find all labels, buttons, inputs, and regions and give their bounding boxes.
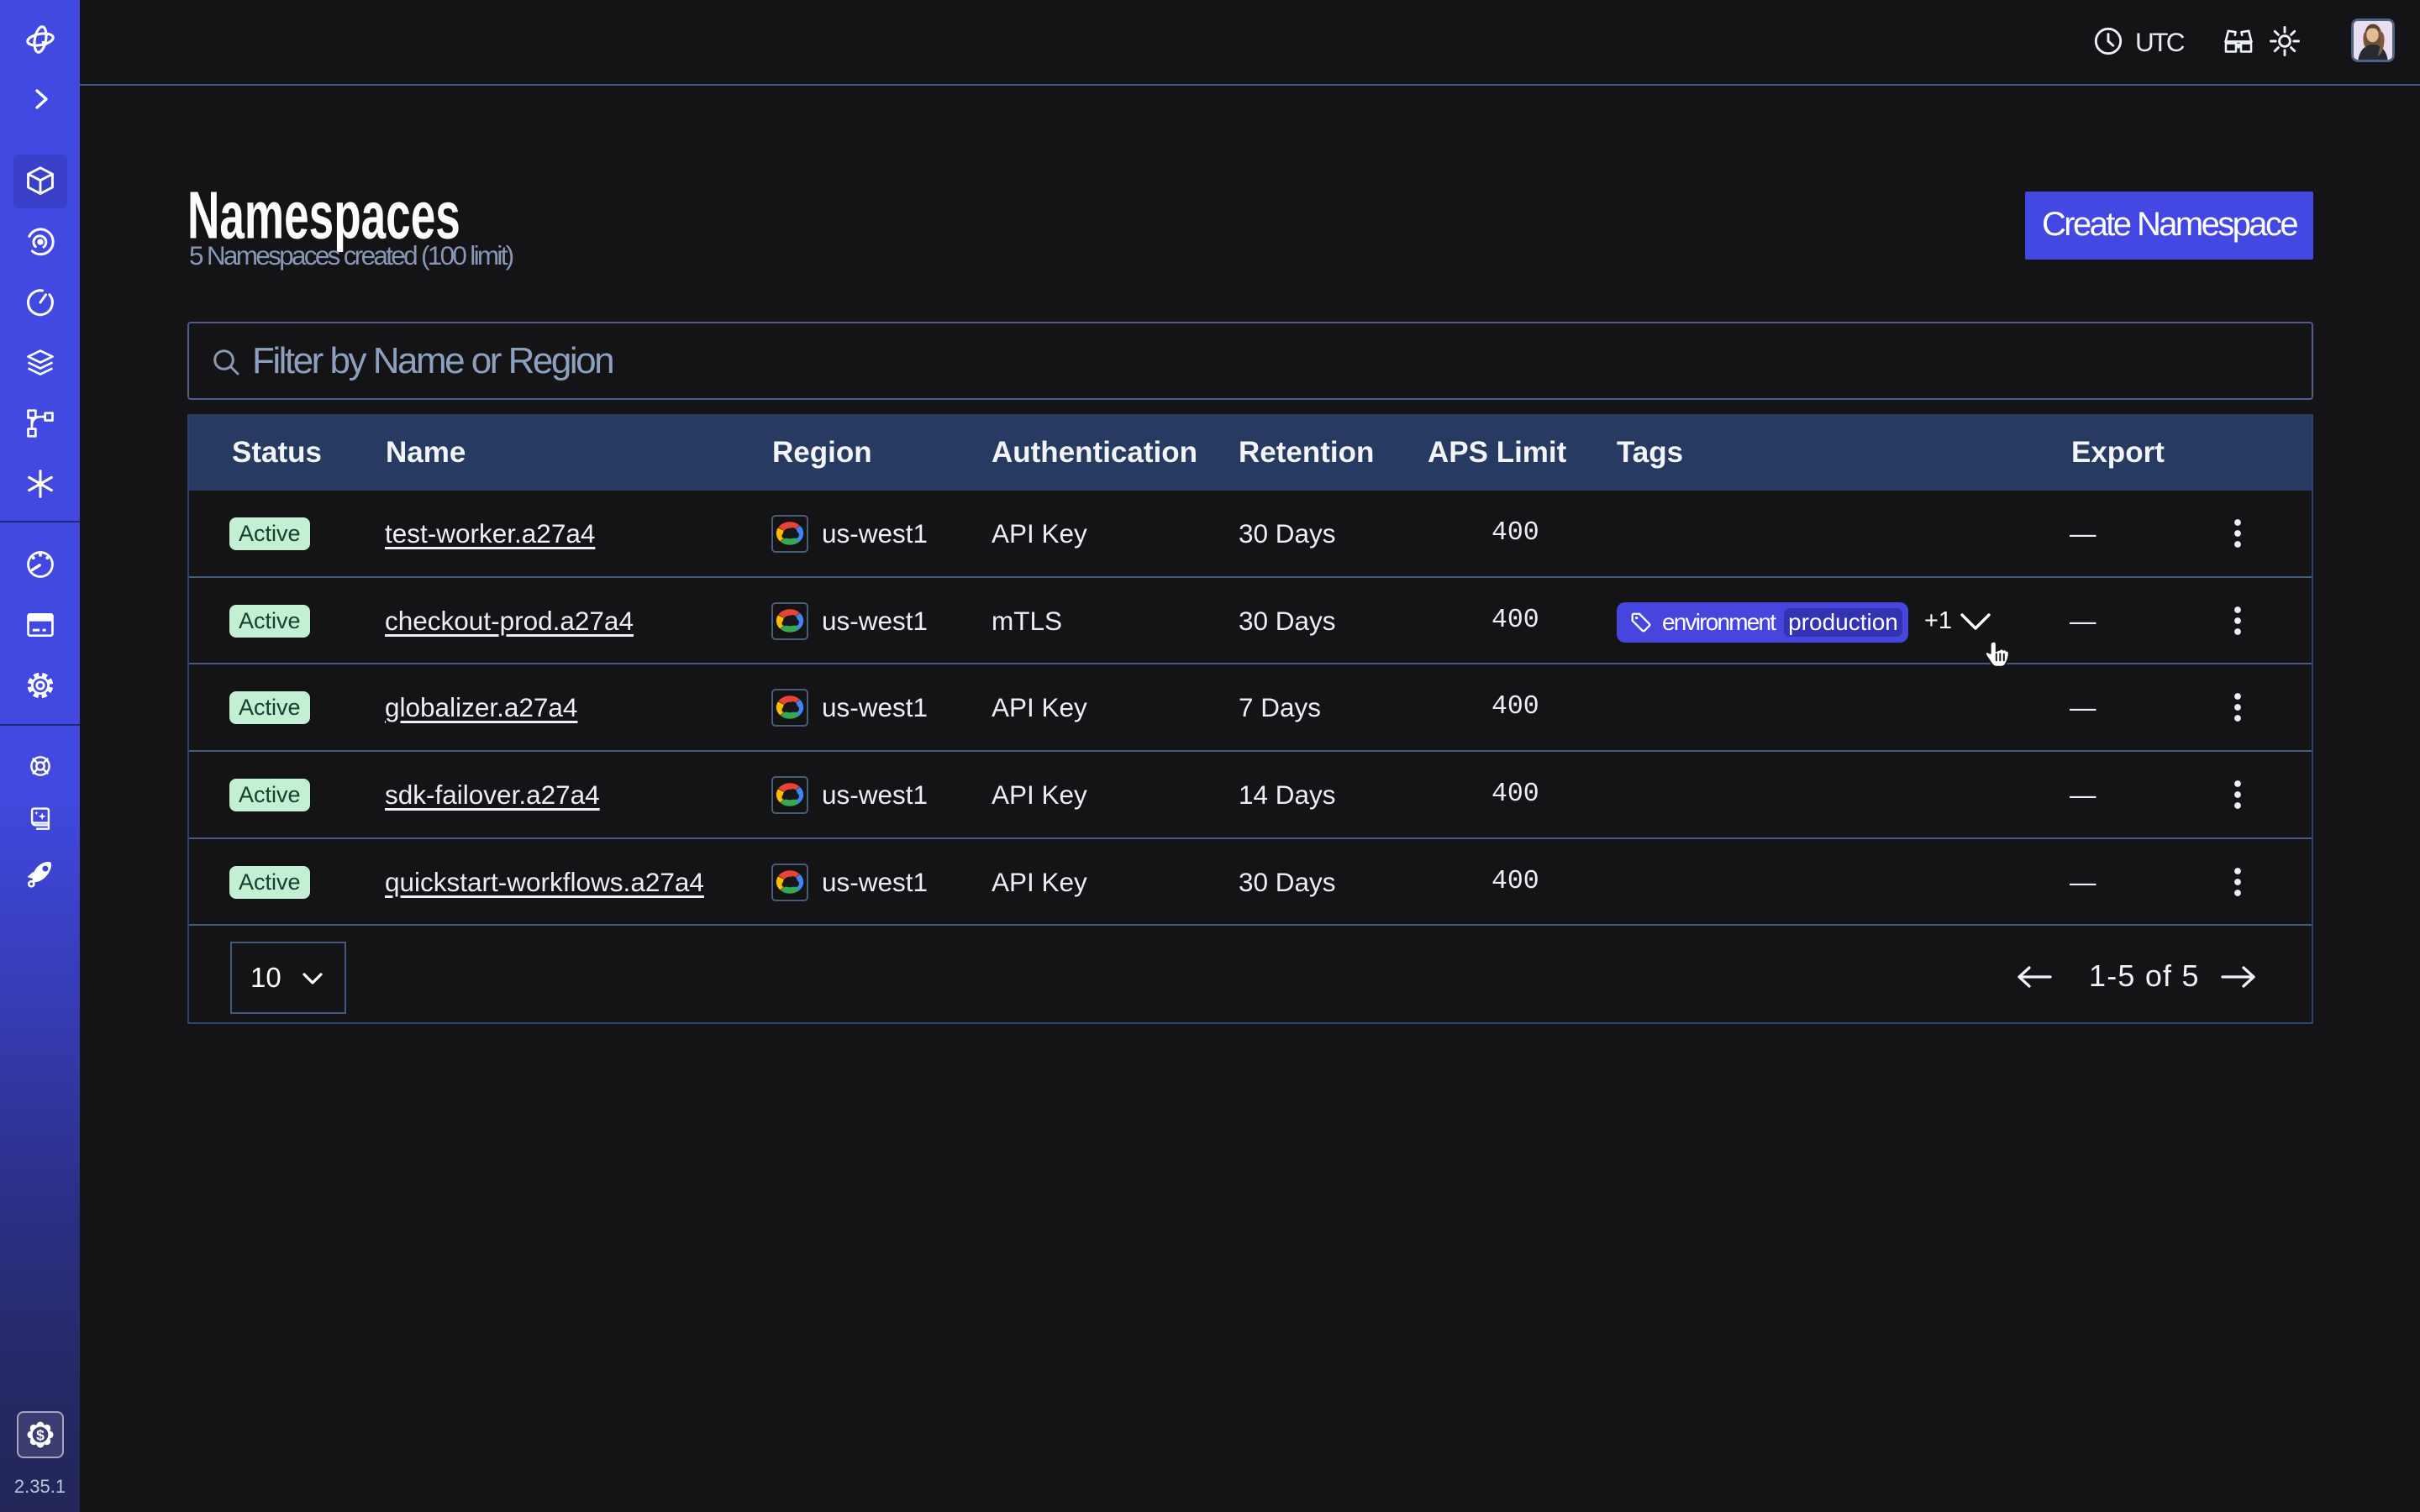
svg-text:$: $ xyxy=(36,1426,45,1443)
